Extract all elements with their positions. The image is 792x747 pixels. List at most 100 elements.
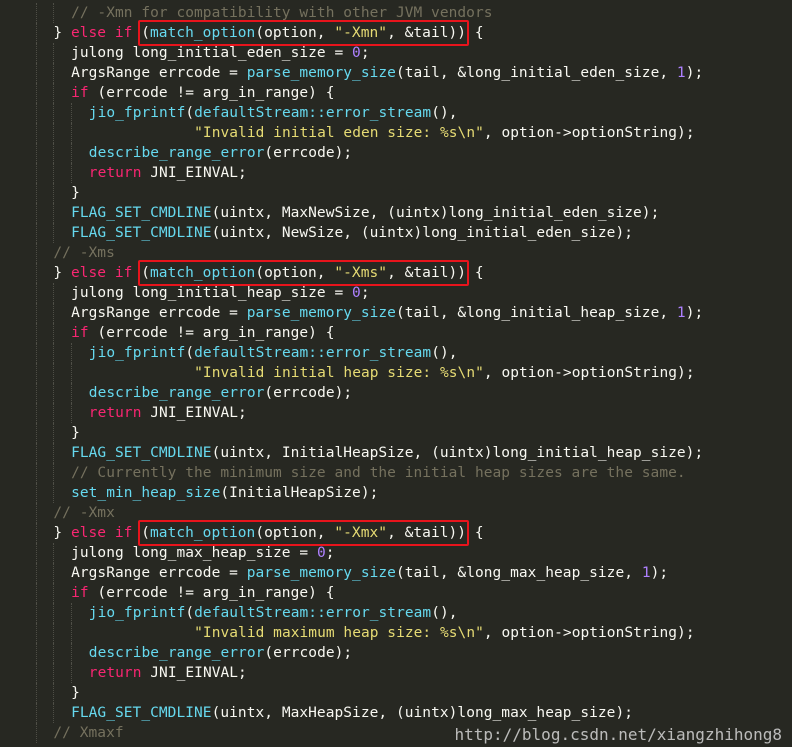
code-token-plain: (tail, &long_initial_heap_size, xyxy=(395,305,677,321)
code-token-string: "Invalid maximum heap size: %s\n" xyxy=(194,625,484,641)
indent-guide xyxy=(53,583,55,603)
indent-guide xyxy=(53,443,55,463)
indent-guide xyxy=(53,663,55,683)
code-line[interactable]: } xyxy=(35,183,80,203)
code-token-keyword: if xyxy=(71,585,89,601)
code-line[interactable]: if (errcode != arg_in_range) { xyxy=(35,583,334,603)
code-line[interactable]: FLAG_SET_CMDLINE(uintx, NewSize, (uintx)… xyxy=(35,223,633,243)
code-token-comment: // -Xmx xyxy=(53,505,115,521)
code-line[interactable]: julong long_initial_heap_size = 0; xyxy=(35,283,370,303)
indent-guide xyxy=(35,423,37,443)
code-line[interactable]: "Invalid initial eden size: %s\n", optio… xyxy=(35,123,695,143)
indent-guide xyxy=(35,603,37,623)
code-line[interactable]: "Invalid maximum heap size: %s\n", optio… xyxy=(35,623,695,643)
code-token-comment: // Xmaxf xyxy=(53,725,124,741)
code-line[interactable]: ArgsRange errcode = parse_memory_size(ta… xyxy=(35,303,704,323)
indent-guide xyxy=(35,163,37,183)
code-token-string: "Invalid initial eden size: %s\n" xyxy=(194,125,484,141)
code-line[interactable]: julong long_max_heap_size = 0; xyxy=(35,543,335,563)
code-token-plain: julong long_initial_heap_size = xyxy=(71,285,353,301)
code-token-number: 1 xyxy=(676,65,686,81)
code-token-function: match_option xyxy=(149,265,256,281)
code-line[interactable]: // Xmaxf xyxy=(35,723,124,743)
code-line[interactable]: return JNI_EINVAL; xyxy=(35,403,247,423)
code-line[interactable]: return JNI_EINVAL; xyxy=(35,163,247,183)
code-token-plain: ( xyxy=(185,345,195,361)
code-line[interactable]: ArgsRange errcode = parse_memory_size(ta… xyxy=(35,63,703,83)
code-token-keyword: else if xyxy=(70,525,133,541)
code-token-keyword: return xyxy=(88,405,142,421)
code-line[interactable]: // -Xmx xyxy=(35,503,115,523)
code-line[interactable]: } else if (match_option(option, "-Xmx", … xyxy=(35,523,484,543)
code-line[interactable]: return JNI_EINVAL; xyxy=(35,663,247,683)
code-token-plain: ArgsRange errcode = xyxy=(71,305,247,321)
code-line[interactable]: FLAG_SET_CMDLINE(uintx, InitialHeapSize,… xyxy=(35,443,703,463)
code-token-keyword: if xyxy=(71,325,89,341)
code-token-plain: (option, xyxy=(255,25,335,41)
indent-guide xyxy=(71,363,73,383)
code-line[interactable]: FLAG_SET_CMDLINE(uintx, MaxNewSize, (uin… xyxy=(35,203,659,223)
indent-guide xyxy=(53,543,55,563)
indent-guide xyxy=(53,403,55,423)
code-line[interactable]: // -Xms xyxy=(35,243,115,263)
code-line[interactable]: jio_fprintf(defaultStream::error_stream(… xyxy=(35,603,458,623)
indent-guide xyxy=(35,523,37,543)
indent-guide xyxy=(35,383,37,403)
code-line[interactable]: if (errcode != arg_in_range) { xyxy=(35,323,334,343)
indent-guide xyxy=(35,83,37,103)
indent-guide xyxy=(35,583,37,603)
code-token-keyword: else if xyxy=(70,25,133,41)
indent-guide xyxy=(53,383,55,403)
code-line[interactable]: jio_fprintf(defaultStream::error_stream(… xyxy=(35,103,458,123)
code-token-keyword: return xyxy=(88,165,142,181)
code-line[interactable]: } xyxy=(35,683,80,703)
code-token-plain: ); xyxy=(685,305,704,321)
code-token-plain: , option->optionString); xyxy=(483,125,695,141)
code-token-string: "Invalid initial heap size: %s\n" xyxy=(194,365,484,381)
code-line[interactable]: describe_range_error(errcode); xyxy=(35,383,352,403)
code-line[interactable]: // -Xmn for compatibility with other JVM… xyxy=(35,3,492,23)
code-token-plain: , &tail)) { xyxy=(387,25,484,41)
code-token-function: FLAG_SET_CMDLINE xyxy=(71,225,212,241)
code-line[interactable]: } else if (match_option(option, "-Xmn", … xyxy=(35,23,484,43)
code-line[interactable]: } xyxy=(35,423,80,443)
indent-guide xyxy=(71,343,73,363)
indent-guide xyxy=(71,143,73,163)
indent-guide xyxy=(35,503,37,523)
code-line[interactable]: if (errcode != arg_in_range) { xyxy=(35,83,334,103)
indent-guide xyxy=(53,123,55,143)
indent-guide xyxy=(35,703,37,723)
code-line[interactable]: FLAG_SET_CMDLINE(uintx, MaxHeapSize, (ui… xyxy=(35,703,633,723)
code-line[interactable]: jio_fprintf(defaultStream::error_stream(… xyxy=(35,343,458,363)
code-editor[interactable]: // -Xmn for compatibility with other JVM… xyxy=(0,0,792,747)
code-line[interactable]: // Currently the minimum size and the in… xyxy=(35,463,686,483)
indent-guide xyxy=(35,143,37,163)
indent-guide xyxy=(53,143,55,163)
code-line[interactable]: } else if (match_option(option, "-Xms", … xyxy=(35,263,484,283)
indent-guide xyxy=(71,403,73,423)
indent-guide xyxy=(53,3,55,23)
watermark-text: http://blog.csdn.net/xiangzhihong8 xyxy=(454,725,782,744)
indent-guide xyxy=(35,543,37,563)
code-token-function: FLAG_SET_CMDLINE xyxy=(71,205,212,221)
code-token-plain: } xyxy=(53,265,71,281)
code-line[interactable]: "Invalid initial heap size: %s\n", optio… xyxy=(35,363,695,383)
code-token-string: "-Xmx" xyxy=(334,525,388,541)
code-token-plain: } xyxy=(53,525,71,541)
code-line[interactable]: describe_range_error(errcode); xyxy=(35,143,352,163)
code-token-plain: ; xyxy=(325,545,335,561)
code-line[interactable]: julong long_initial_eden_size = 0; xyxy=(35,43,370,63)
code-token-number: 0 xyxy=(352,45,361,61)
indent-guide xyxy=(53,623,55,643)
code-line[interactable]: set_min_heap_size(InitialHeapSize); xyxy=(35,483,378,503)
indent-guide xyxy=(35,243,37,263)
indent-guide xyxy=(35,643,37,663)
indent-guide xyxy=(35,43,37,63)
code-token-plain: ArgsRange errcode = xyxy=(71,65,247,81)
code-token-plain: } xyxy=(71,685,80,701)
code-line[interactable]: describe_range_error(errcode); xyxy=(35,643,352,663)
code-token-plain: } xyxy=(71,185,80,201)
indent-guide xyxy=(71,123,73,143)
code-line[interactable]: ArgsRange errcode = parse_memory_size(ta… xyxy=(35,563,668,583)
